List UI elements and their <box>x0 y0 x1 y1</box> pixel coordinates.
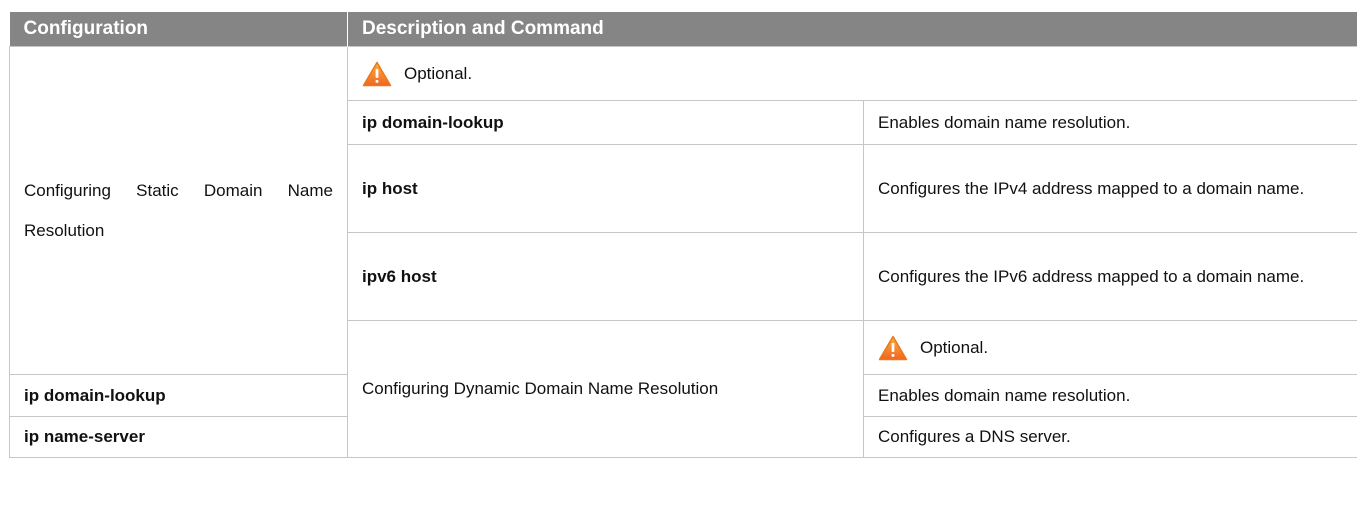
header-description-and-command: Description and Command <box>347 12 1357 47</box>
description-cell: Enables domain name resolution. <box>863 100 1357 145</box>
header-configuration: Configuration <box>9 12 348 47</box>
description-cell: Enables domain name resolution. <box>863 374 1357 417</box>
configuration-table-wrapper: Configuration Description and Command Co… <box>9 12 1357 458</box>
note-cell: Optional. <box>863 320 1357 375</box>
command-cell: ip host <box>347 144 864 233</box>
note-cell: Optional. <box>347 46 1357 101</box>
config-name-static: Configuring Static Domain Name Resolutio… <box>9 46 348 375</box>
description-cell: Configures the IPv6 address mapped to a … <box>863 232 1357 321</box>
warning-icon <box>362 61 392 87</box>
note-text: Optional. <box>920 337 989 357</box>
table-header-row: Configuration Description and Command <box>9 12 1357 47</box>
description-cell: Configures a DNS server. <box>863 416 1357 458</box>
warning-icon <box>878 335 908 361</box>
table-row: Configuring Static Domain Name Resolutio… <box>9 46 1357 375</box>
description-cell: Configures the IPv4 address mapped to a … <box>863 144 1357 233</box>
command-cell: ipv6 host <box>347 232 864 321</box>
note-text: Optional. <box>404 63 473 83</box>
command-cell: ip name-server <box>9 416 348 458</box>
config-name-dynamic: Configuring Dynamic Domain Name Resoluti… <box>347 320 864 458</box>
command-cell: ip domain-lookup <box>9 374 348 417</box>
configuration-table: Configuration Description and Command Co… <box>9 12 1357 458</box>
command-cell: ip domain-lookup <box>347 100 864 145</box>
